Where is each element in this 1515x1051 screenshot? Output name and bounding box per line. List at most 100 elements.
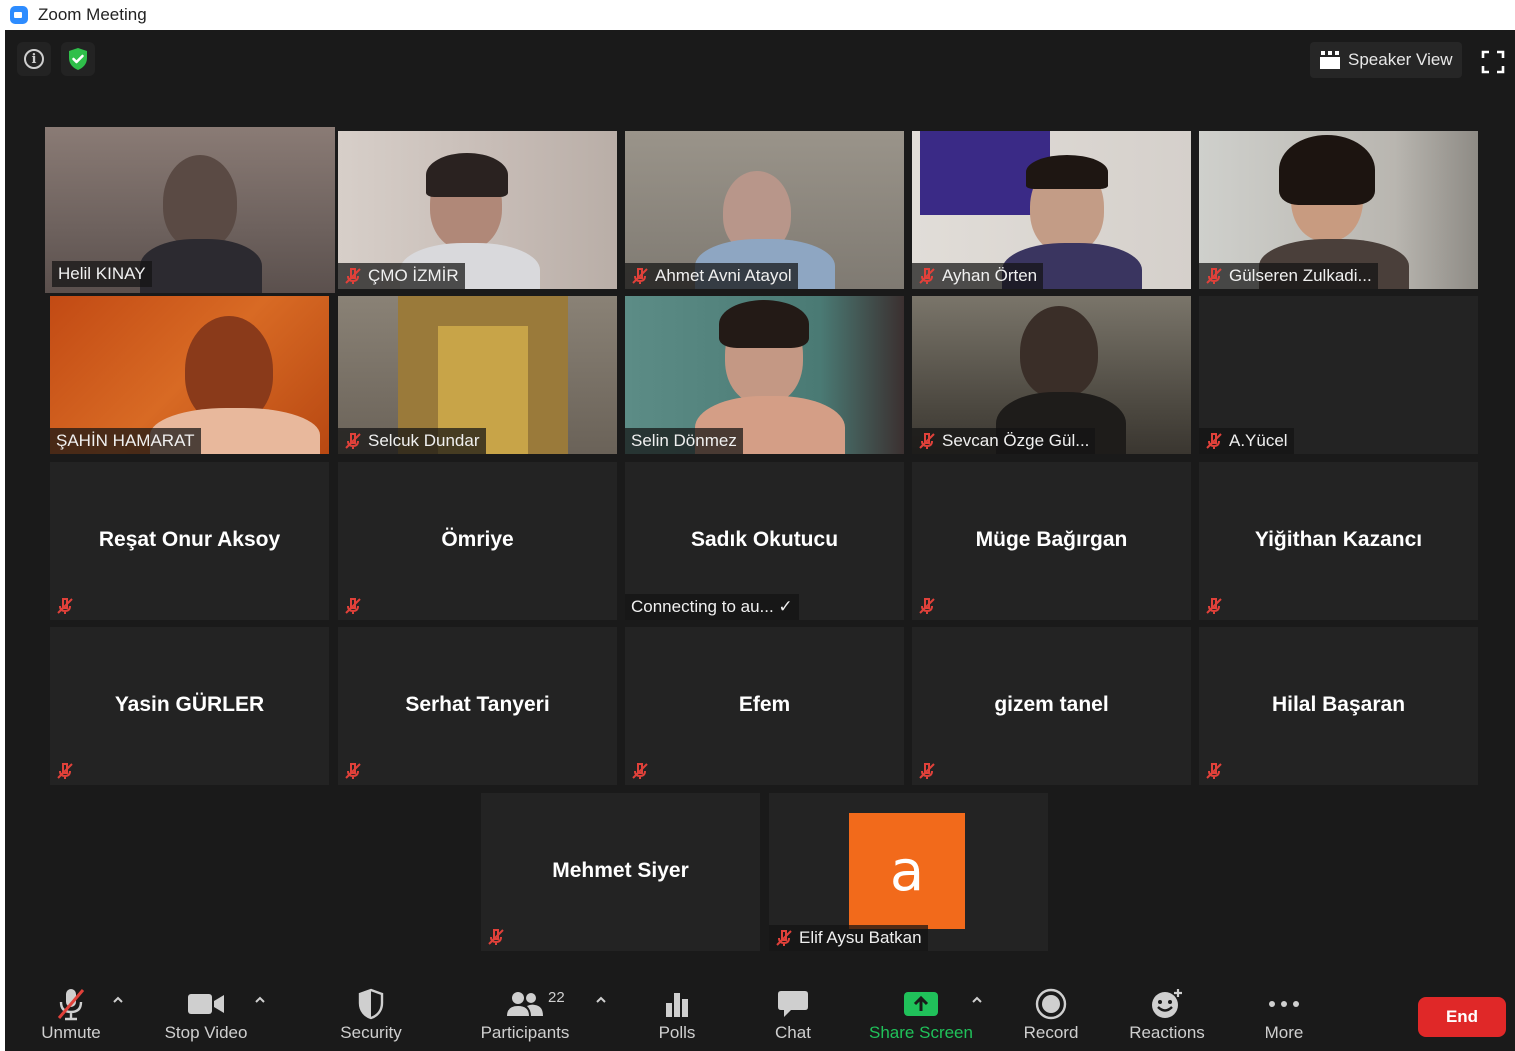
stop-video-label: Stop Video	[164, 1023, 248, 1042]
participant-name: gizem tanel	[994, 693, 1109, 716]
muted-mic-icon	[1203, 595, 1225, 617]
unmute-button[interactable]: Unmute	[35, 977, 107, 1051]
fullscreen-icon[interactable]	[1481, 50, 1505, 74]
participant-tile[interactable]: Reşat Onur Aksoy	[50, 462, 329, 620]
participants-label: Participants	[480, 1023, 570, 1042]
participant-tile[interactable]: Efem	[625, 627, 904, 785]
reactions-button[interactable]: Reactions	[1123, 977, 1211, 1051]
participant-name-label: ÇMO İZMİR	[338, 263, 465, 289]
muted-mic-icon	[54, 595, 76, 617]
profile-avatar: a	[849, 813, 965, 929]
participant-tile[interactable]: Ahmet Avni Atayol	[625, 131, 904, 289]
participant-tile[interactable]: ŞAHİN HAMARAT	[50, 296, 329, 454]
muted-mic-icon	[1206, 433, 1222, 449]
participant-name-label: Gülseren Zulkadi...	[1199, 263, 1378, 289]
polls-icon	[666, 993, 688, 1017]
participant-tile[interactable]: Selin Dönmez	[625, 296, 904, 454]
participant-tile[interactable]: ÇMO İZMİR	[338, 131, 617, 289]
participant-tile[interactable]: A.Yücel	[1199, 296, 1478, 454]
polls-button[interactable]: Polls	[642, 977, 712, 1051]
participant-tile[interactable]: Ömriye	[338, 462, 617, 620]
speaker-view-button[interactable]: Speaker View	[1310, 42, 1462, 78]
encryption-button[interactable]	[61, 42, 95, 76]
share-screen-icon	[904, 992, 938, 1016]
zoom-app-icon	[10, 6, 28, 24]
unmute-label: Unmute	[41, 1023, 101, 1042]
participant-name-label: ŞAHİN HAMARAT	[50, 428, 201, 454]
security-button[interactable]: Security	[332, 977, 410, 1051]
participant-tile[interactable]: Sadık Okutucu Connecting to au... ✓	[625, 462, 904, 620]
meeting-info-button[interactable]: i	[17, 42, 51, 76]
participant-name: Hilal Başaran	[1271, 693, 1406, 716]
participant-tile[interactable]: Yiğithan Kazancı	[1199, 462, 1478, 620]
participant-tile[interactable]: Yasin GÜRLER	[50, 627, 329, 785]
muted-mic-icon	[629, 760, 651, 782]
stop-video-button[interactable]: Stop Video	[160, 977, 252, 1051]
participants-icon	[507, 992, 543, 1016]
participant-tile[interactable]: Helil KINAY	[45, 127, 335, 293]
chat-button[interactable]: Chat	[760, 977, 826, 1051]
video-camera-icon	[188, 994, 224, 1014]
muted-mic-icon	[1206, 268, 1222, 284]
muted-mic-icon	[57, 989, 85, 1021]
muted-mic-icon	[342, 760, 364, 782]
polls-label: Polls	[658, 1023, 696, 1042]
muted-mic-icon	[342, 595, 364, 617]
participant-name-label: Helil KINAY	[52, 261, 152, 287]
participant-name: Ömriye	[441, 528, 514, 551]
participant-tile[interactable]: Ayhan Örten	[912, 131, 1191, 289]
more-button[interactable]: More	[1255, 977, 1313, 1051]
participant-name: Efem	[738, 693, 791, 716]
participant-name-label: Selin Dönmez	[625, 428, 743, 454]
participant-name-label: Elif Aysu Batkan	[769, 925, 928, 951]
muted-mic-icon	[916, 595, 938, 617]
participant-name-label: A.Yücel	[1199, 428, 1294, 454]
more-dots-icon	[1269, 1001, 1299, 1007]
participant-tile[interactable]: Hilal Başaran	[1199, 627, 1478, 785]
muted-mic-icon	[54, 760, 76, 782]
participant-tile[interactable]: Gülseren Zulkadi...	[1199, 131, 1478, 289]
video-options-caret-icon[interactable]	[253, 993, 267, 1007]
participant-tile[interactable]: Müge Bağırgan	[912, 462, 1191, 620]
participant-name: Serhat Tanyeri	[405, 693, 550, 716]
muted-mic-icon	[919, 268, 935, 284]
participant-name-label: Ayhan Örten	[912, 263, 1044, 289]
security-label: Security	[340, 1023, 402, 1042]
muted-mic-icon	[485, 926, 507, 948]
participant-tile[interactable]: Serhat Tanyeri	[338, 627, 617, 785]
meeting-toolbar: Unmute Stop Video Security Participants …	[5, 977, 1515, 1051]
participants-options-caret-icon[interactable]	[594, 993, 608, 1007]
participant-tile[interactable]: Sevcan Özge Gül...	[912, 296, 1191, 454]
window-title: Zoom Meeting	[38, 5, 147, 24]
participant-name: Reşat Onur Aksoy	[98, 528, 281, 551]
speaker-view-icon	[1320, 51, 1340, 69]
share-options-caret-icon[interactable]	[970, 993, 984, 1007]
share-screen-button[interactable]: Share Screen	[867, 977, 975, 1051]
audio-options-caret-icon[interactable]	[111, 993, 125, 1007]
more-label: More	[1264, 1023, 1304, 1042]
participant-name-label: Ahmet Avni Atayol	[625, 263, 798, 289]
muted-mic-icon	[776, 930, 792, 946]
chat-bubble-icon	[778, 991, 808, 1017]
muted-mic-icon	[345, 433, 361, 449]
record-button[interactable]: Record	[1015, 977, 1087, 1051]
participant-tile[interactable]: Mehmet Siyer	[481, 793, 760, 951]
end-meeting-button[interactable]: End	[1418, 997, 1506, 1037]
info-icon: i	[24, 49, 44, 69]
participant-tile[interactable]: a Elif Aysu Batkan	[769, 793, 1048, 951]
muted-mic-icon	[632, 268, 648, 284]
participant-tile[interactable]: Selcuk Dundar	[338, 296, 617, 454]
record-label: Record	[1023, 1023, 1079, 1042]
reactions-label: Reactions	[1129, 1023, 1205, 1042]
participant-name: Mehmet Siyer	[552, 859, 689, 882]
share-screen-label: Share Screen	[869, 1023, 973, 1042]
meeting-area: i Speaker View Helil KINAY ÇMO İZMİR Ahm…	[5, 30, 1515, 1051]
participants-count: 22	[548, 989, 565, 1006]
reactions-smiley-icon	[1152, 989, 1182, 1018]
speaker-view-label: Speaker View	[1348, 50, 1453, 69]
record-icon	[1035, 988, 1067, 1020]
participant-tile[interactable]: gizem tanel	[912, 627, 1191, 785]
chat-label: Chat	[775, 1023, 811, 1042]
participant-name: Yasin GÜRLER	[114, 693, 265, 716]
muted-mic-icon	[916, 760, 938, 782]
